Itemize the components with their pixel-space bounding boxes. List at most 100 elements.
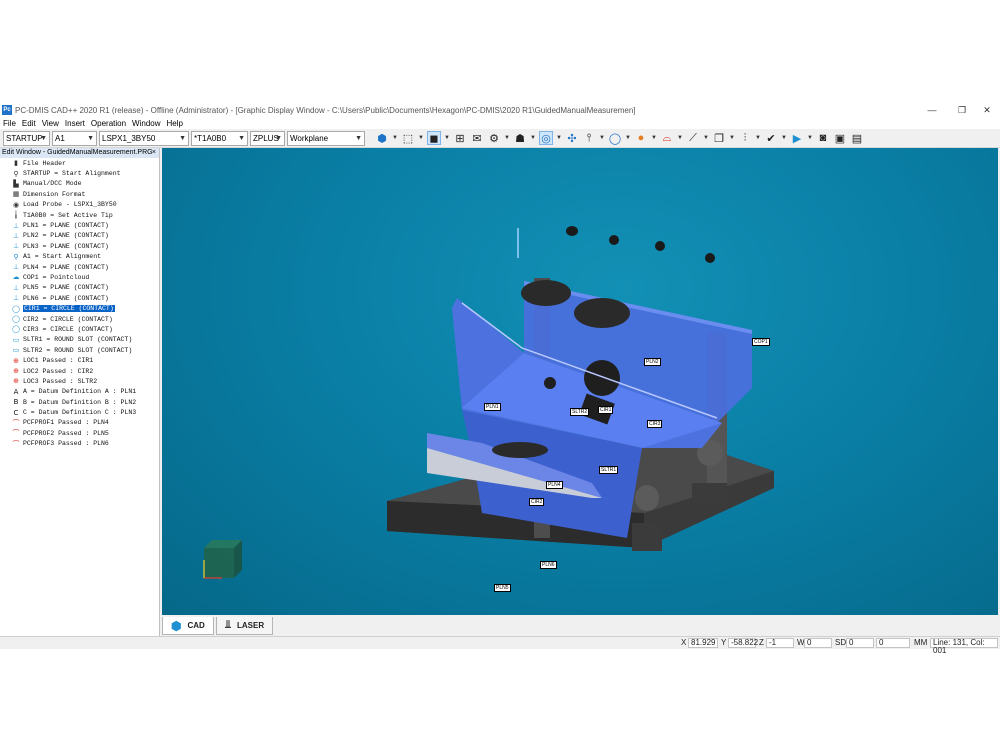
- wireframe-icon[interactable]: ⬚: [401, 131, 415, 145]
- probe-tool-icon[interactable]: ⫯: [582, 131, 596, 145]
- probe-select[interactable]: LSPX1_3BY50 ▼: [99, 130, 189, 146]
- feature-label[interactable]: CIR2: [529, 498, 545, 506]
- command-item[interactable]: ⊥ PLN6 = PLANE (CONTACT): [0, 293, 159, 303]
- command-item[interactable]: ☁ COP1 = Pointcloud: [0, 272, 159, 282]
- play-icon[interactable]: ▶: [790, 131, 804, 145]
- chevron-down-icon[interactable]: ▼: [703, 135, 709, 141]
- command-item[interactable]: ⊕ LOC1 Passed : CIR1: [0, 355, 159, 365]
- tab-label: LASER: [237, 621, 265, 630]
- copy-icon[interactable]: ❐: [712, 131, 726, 145]
- maximize-button[interactable]: ❐: [950, 103, 974, 117]
- command-text: CIR3 = CIRCLE (CONTACT): [23, 325, 113, 333]
- menu-view[interactable]: View: [39, 119, 62, 128]
- chevron-down-icon[interactable]: ▼: [599, 135, 605, 141]
- command-item[interactable]: ⌒ PCFPROF1 Passed : PLN4: [0, 418, 159, 428]
- measure-icon[interactable]: ⫶: [738, 131, 752, 145]
- view-cube[interactable]: [203, 540, 242, 579]
- feature-label[interactable]: PLN1: [484, 403, 501, 411]
- chevron-down-icon[interactable]: ▼: [677, 135, 683, 141]
- command-item[interactable]: ⊥ PLN4 = PLANE (CONTACT): [0, 262, 159, 272]
- command-item[interactable]: ▭ SLTR1 = ROUND SLOT (CONTACT): [0, 335, 159, 345]
- feature-label[interactable]: CIR1: [598, 406, 614, 414]
- command-item[interactable]: ⚲ STARTUP = Start Alignment: [0, 168, 159, 178]
- circle-feature-icon[interactable]: ◯: [608, 131, 622, 145]
- chevron-down-icon[interactable]: ▼: [556, 135, 562, 141]
- menu-edit[interactable]: Edit: [19, 119, 39, 128]
- check-icon[interactable]: ✔: [764, 131, 778, 145]
- chevron-down-icon[interactable]: ▼: [530, 135, 536, 141]
- feature-label[interactable]: PLN6: [540, 561, 557, 569]
- operator-icon[interactable]: ☗: [513, 131, 527, 145]
- command-item[interactable]: ⊥ PLN3 = PLANE (CONTACT): [0, 241, 159, 251]
- command-item[interactable]: ▮ File Header: [0, 158, 159, 168]
- command-item[interactable]: C C = Datum Definition C : PLN3: [0, 407, 159, 417]
- command-item[interactable]: ◉ Load Probe - LSPX1_3BY50: [0, 200, 159, 210]
- chevron-down-icon[interactable]: ▼: [781, 135, 787, 141]
- command-item[interactable]: A A = Datum Definition A : PLN1: [0, 387, 159, 397]
- solid-cube-icon[interactable]: ◼: [427, 131, 441, 145]
- alignment-select[interactable]: STARTUP ▼: [3, 130, 50, 146]
- report-view-icon[interactable]: ▤: [850, 131, 864, 145]
- part-model[interactable]: [162, 148, 998, 615]
- feature-label[interactable]: PLN4: [546, 481, 563, 489]
- chevron-down-icon[interactable]: ▼: [504, 135, 510, 141]
- command-item[interactable]: ⊕ LOC2 Passed : CIR2: [0, 366, 159, 376]
- feature-label[interactable]: SLTR2: [570, 408, 590, 416]
- cube-rotate-icon[interactable]: ⬢: [375, 131, 389, 145]
- profile-icon[interactable]: ⌓: [660, 131, 674, 145]
- point-icon[interactable]: ●: [634, 131, 648, 145]
- comment-icon[interactable]: ✉: [470, 131, 484, 145]
- command-item[interactable]: ▦ Dimension Format: [0, 189, 159, 199]
- command-item[interactable]: ▭ SLTR2 = ROUND SLOT (CONTACT): [0, 345, 159, 355]
- command-item[interactable]: ◯ CIR2 = CIRCLE (CONTACT): [0, 314, 159, 324]
- feature-label[interactable]: PLN5: [494, 584, 511, 592]
- view-select[interactable]: ZPLUS ▼: [250, 130, 285, 146]
- command-item[interactable]: ⚲ A1 = Start Alignment: [0, 252, 159, 262]
- command-item[interactable]: ⊥ PLN5 = PLANE (CONTACT): [0, 283, 159, 293]
- feature-label[interactable]: CIR3: [647, 420, 663, 428]
- chevron-down-icon[interactable]: ▼: [444, 135, 450, 141]
- menu-insert[interactable]: Insert: [62, 119, 88, 128]
- chevron-down-icon[interactable]: ▼: [807, 135, 813, 141]
- command-item[interactable]: ◯ CIR3 = CIRCLE (CONTACT): [0, 324, 159, 334]
- chevron-down-icon[interactable]: ▼: [392, 135, 398, 141]
- target-icon[interactable]: ◎: [539, 131, 553, 145]
- command-item[interactable]: ▙ Manual/DCC Mode: [0, 179, 159, 189]
- command-item[interactable]: B B = Datum Definition B : PLN2: [0, 397, 159, 407]
- zoom-fit-icon[interactable]: ⊞: [453, 131, 467, 145]
- chevron-down-icon[interactable]: ▼: [755, 135, 761, 141]
- graphic-display-window[interactable]: COP1 PLN2 PLN1 SLTR2 CIR1 CIR3 SLTR1 PLN…: [162, 148, 998, 615]
- menu-help[interactable]: Help: [164, 119, 186, 128]
- command-item[interactable]: ⊥ PLN2 = PLANE (CONTACT): [0, 231, 159, 241]
- command-item[interactable]: ⊕ LOC3 Passed : SLTR2: [0, 376, 159, 386]
- command-text: PLN4 = PLANE (CONTACT): [23, 263, 109, 271]
- chevron-down-icon[interactable]: ▼: [418, 135, 424, 141]
- tip-select[interactable]: *T1A0B0 ▼: [191, 130, 248, 146]
- command-item[interactable]: ╽ T1A0B0 = Set Active Tip: [0, 210, 159, 220]
- menu-file[interactable]: File: [0, 119, 19, 128]
- dimension-icon[interactable]: ⟋: [686, 131, 700, 145]
- feature-label[interactable]: PLN2: [644, 358, 661, 366]
- workplane-select[interactable]: Workplane ▼: [287, 130, 365, 146]
- close-icon[interactable]: ×: [152, 148, 156, 158]
- camera-icon[interactable]: ◙: [816, 131, 830, 145]
- command-item[interactable]: ⌒ PCFPROF3 Passed : PLN6: [0, 439, 159, 449]
- minimize-button[interactable]: —: [920, 103, 944, 117]
- axis-icon[interactable]: ✣: [565, 131, 579, 145]
- alignment-item-select[interactable]: A1 ▼: [52, 130, 97, 146]
- close-button[interactable]: ✕: [975, 103, 999, 117]
- menu-operation[interactable]: Operation: [88, 119, 129, 128]
- command-item[interactable]: ⊥ PLN1 = PLANE (CONTACT): [0, 220, 159, 230]
- settings-icon[interactable]: ⚙: [487, 131, 501, 145]
- chevron-down-icon[interactable]: ▼: [729, 135, 735, 141]
- feature-label[interactable]: SLTR1: [599, 466, 619, 474]
- chevron-down-icon[interactable]: ▼: [625, 135, 631, 141]
- command-item[interactable]: ⌒ PCFPROF2 Passed : PLN5: [0, 428, 159, 438]
- report-icon[interactable]: ▣: [833, 131, 847, 145]
- chevron-down-icon[interactable]: ▼: [651, 135, 657, 141]
- command-item[interactable]: ◯ CIR1 = CIRCLE (CONTACT): [0, 303, 159, 313]
- feature-label[interactable]: COP1: [752, 338, 770, 346]
- menu-window[interactable]: Window: [129, 119, 163, 128]
- tab-laser[interactable]: ⫫ LASER: [215, 617, 274, 635]
- tab-cad[interactable]: ⬢ CAD: [162, 617, 214, 635]
